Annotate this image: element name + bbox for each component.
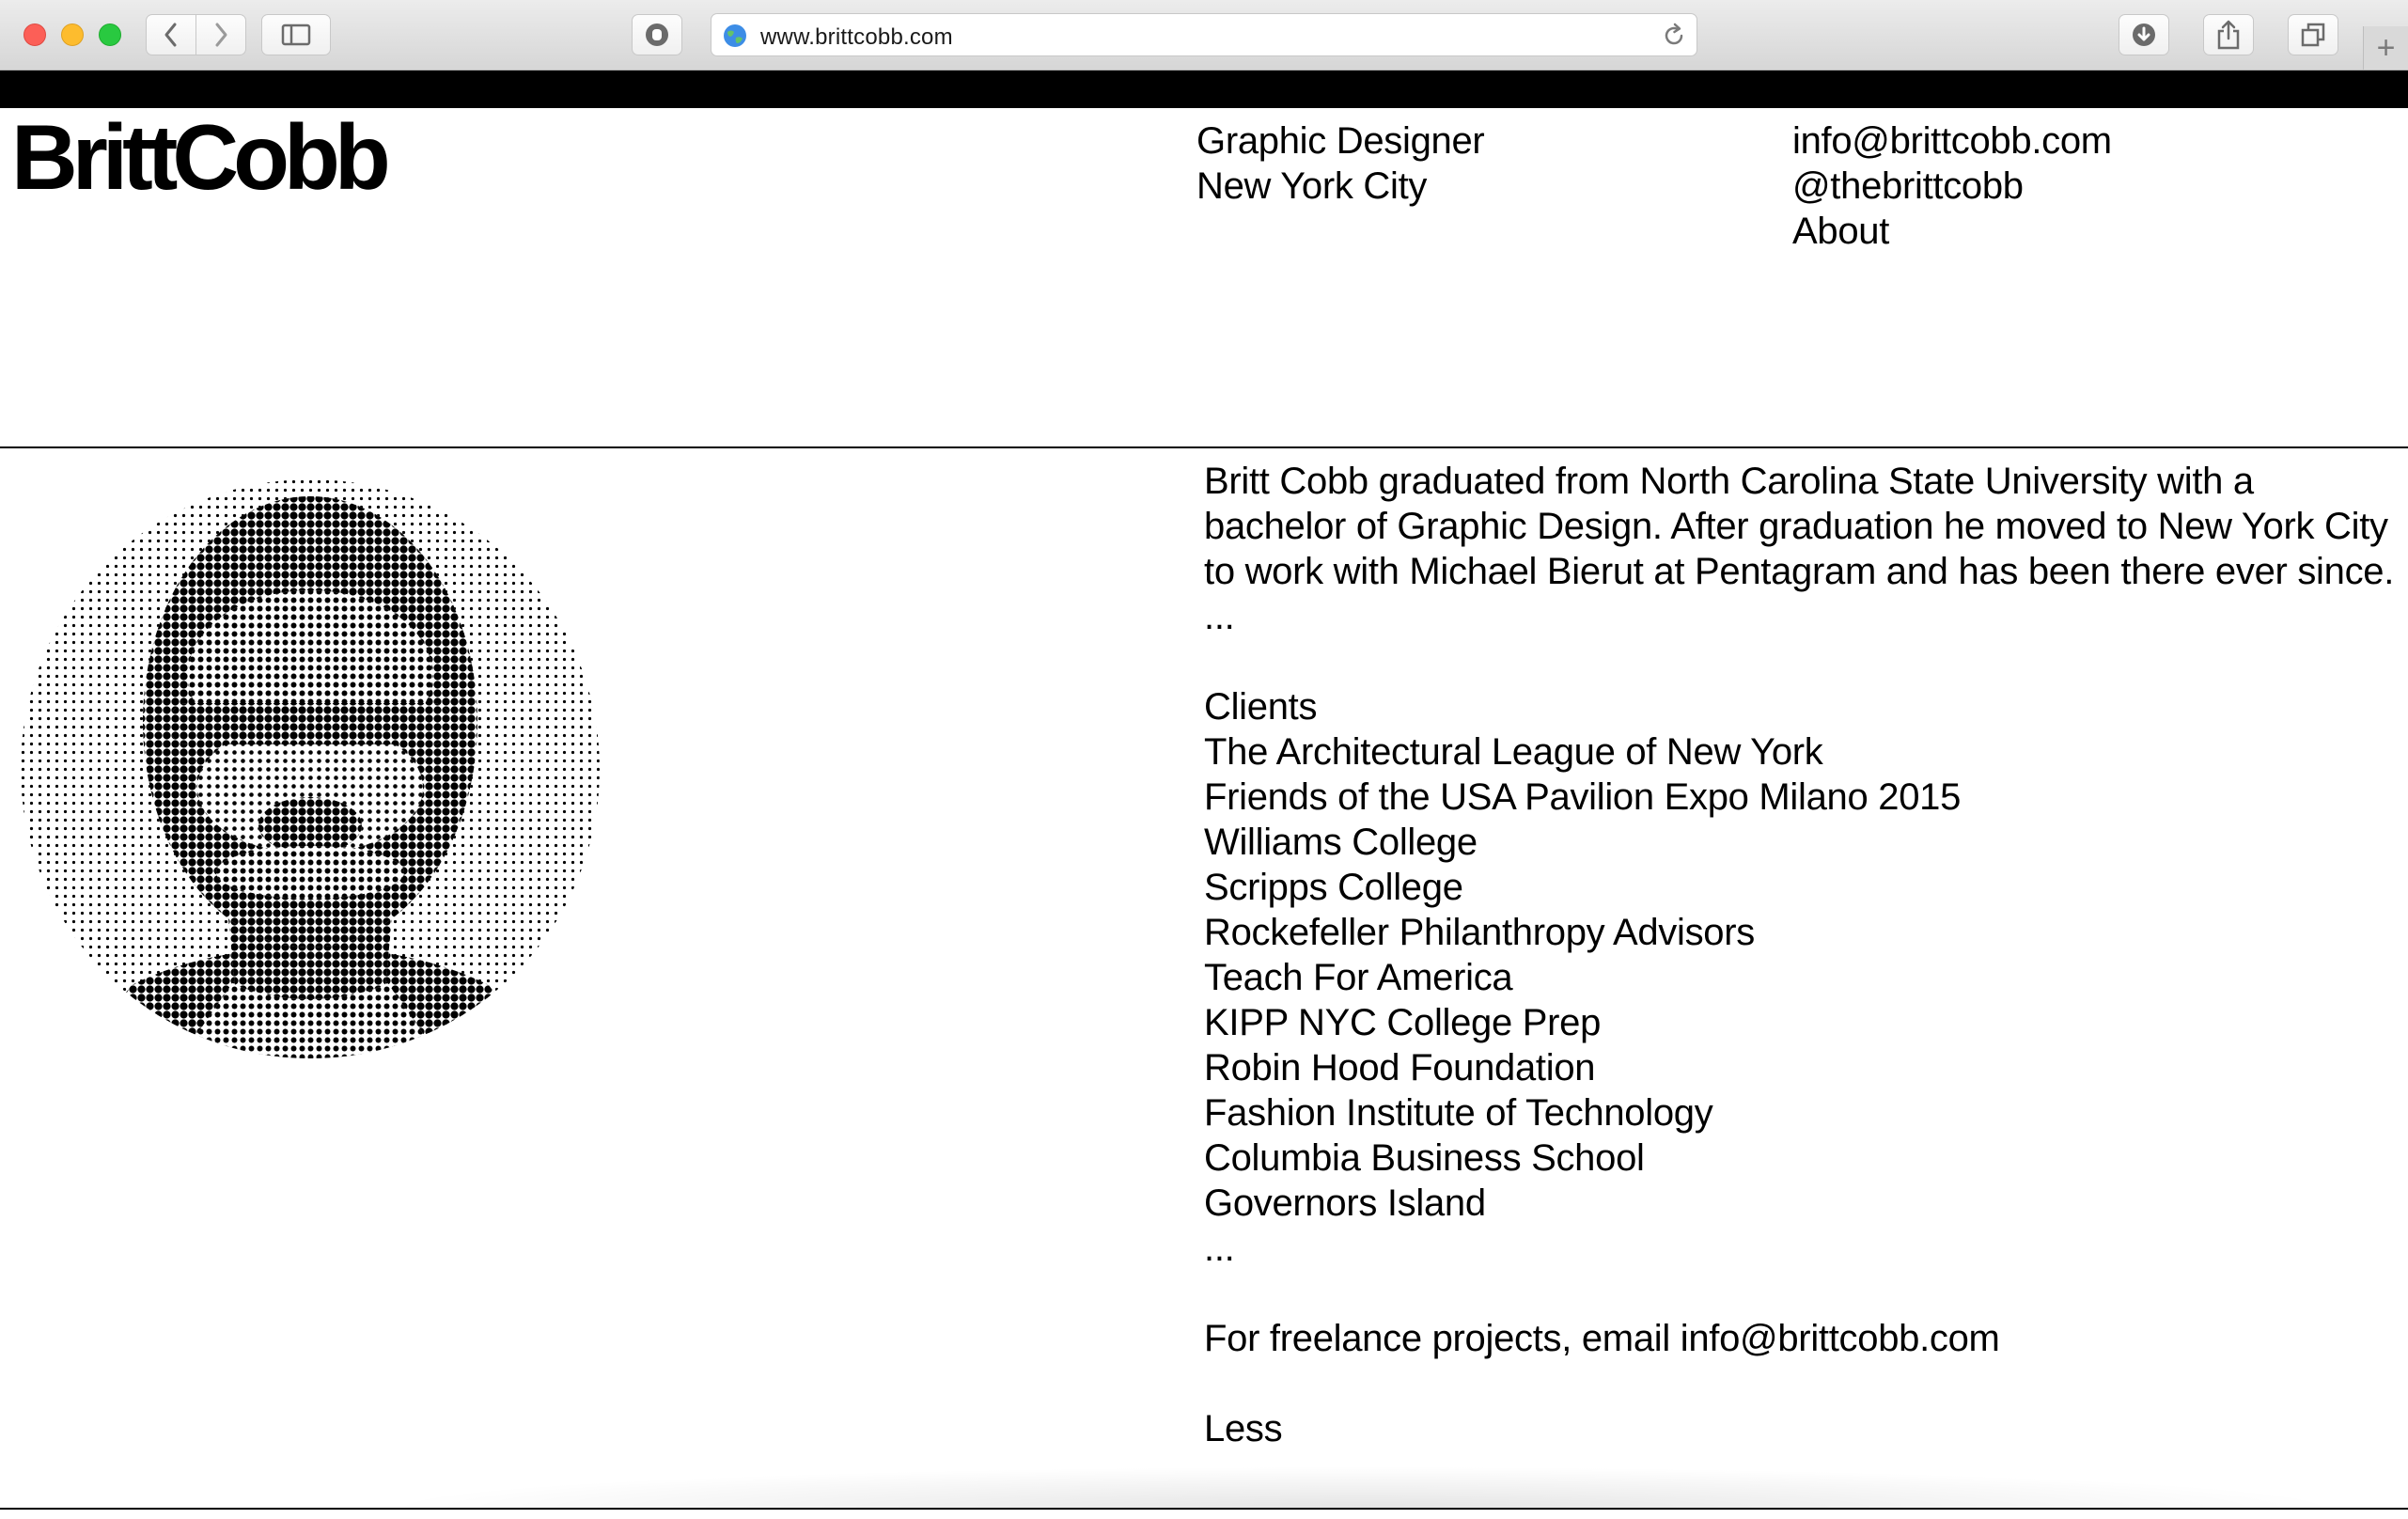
client-item: Williams College [1204, 822, 1478, 863]
client-item: Fashion Institute of Technology [1204, 1092, 1713, 1134]
plus-icon: + [2376, 30, 2396, 66]
freelance-text: For freelance projects, email [1204, 1318, 1681, 1359]
zoom-window-button[interactable] [99, 23, 121, 46]
client-item: Columbia Business School [1204, 1137, 1645, 1179]
bio-ellipsis: ... [1204, 596, 1235, 637]
site-top-band [0, 70, 2408, 108]
back-button[interactable] [146, 14, 196, 55]
share-icon [2217, 20, 2240, 50]
bottom-shadow [376, 1466, 2350, 1508]
divider [0, 446, 2408, 448]
new-tab-button[interactable]: + [2363, 26, 2408, 70]
freelance-note: For freelance projects, email info@britt… [1204, 1316, 2398, 1361]
freelance-email-link[interactable]: info@brittcobb.com [1681, 1318, 2000, 1359]
contact-links: info@brittcobb.com @thebrittcobb About [1792, 118, 2112, 254]
clients-ellipsis: ... [1204, 1228, 1235, 1269]
forward-button[interactable] [195, 14, 246, 55]
bottom-divider [0, 1508, 2408, 1510]
client-item: Teach For America [1204, 957, 1513, 998]
globe-icon [724, 24, 746, 47]
close-window-button[interactable] [23, 23, 46, 46]
bio-section: Britt Cobb graduated from North Carolina… [1204, 459, 2398, 1451]
browser-toolbar: www.brittcobb.com + [0, 0, 2408, 70]
role-text: Graphic Designer [1196, 120, 1485, 162]
minimize-window-button[interactable] [61, 23, 84, 46]
chevron-right-icon [215, 23, 227, 47]
client-item: Robin Hood Foundation [1204, 1047, 1596, 1088]
client-item: Rockefeller Philanthropy Advisors [1204, 912, 1755, 953]
site-logo[interactable]: BrittCobb [11, 111, 391, 203]
address-bar[interactable]: www.brittcobb.com [711, 13, 1697, 56]
role-info: Graphic Designer New York City [1196, 118, 1485, 209]
sidebar-button[interactable] [261, 14, 331, 55]
sidebar-icon [281, 23, 311, 46]
chevron-left-icon [164, 23, 177, 47]
location-text: New York City [1196, 165, 1428, 207]
client-item: The Architectural League of New York [1204, 731, 1823, 773]
halftone-portrait-image [21, 479, 600, 1058]
client-item: Governors Island [1204, 1182, 1486, 1224]
about-link[interactable]: About [1792, 209, 2112, 254]
client-item: Friends of the USA Pavilion Expo Milano … [1204, 776, 1962, 818]
downloads-button[interactable] [2119, 14, 2169, 55]
tab-overview-button[interactable] [2288, 14, 2338, 55]
bio-paragraph: Britt Cobb graduated from North Carolina… [1204, 461, 2395, 592]
share-button[interactable] [2203, 14, 2254, 55]
tabs-overview-icon [2301, 23, 2325, 47]
clients-heading: Clients [1204, 686, 1318, 728]
client-item: KIPP NYC College Prep [1204, 1002, 1602, 1043]
instagram-link[interactable]: @thebrittcobb [1792, 164, 2112, 209]
privacy-button[interactable] [632, 14, 682, 55]
email-link[interactable]: info@brittcobb.com [1792, 118, 2112, 164]
url-text[interactable]: www.brittcobb.com [760, 24, 953, 51]
reload-icon[interactable] [1661, 23, 1687, 49]
client-item: Scripps College [1204, 867, 1463, 908]
privacy-shield-icon [646, 23, 668, 46]
download-icon [2133, 23, 2155, 46]
less-link[interactable]: Less [1204, 1406, 2398, 1451]
